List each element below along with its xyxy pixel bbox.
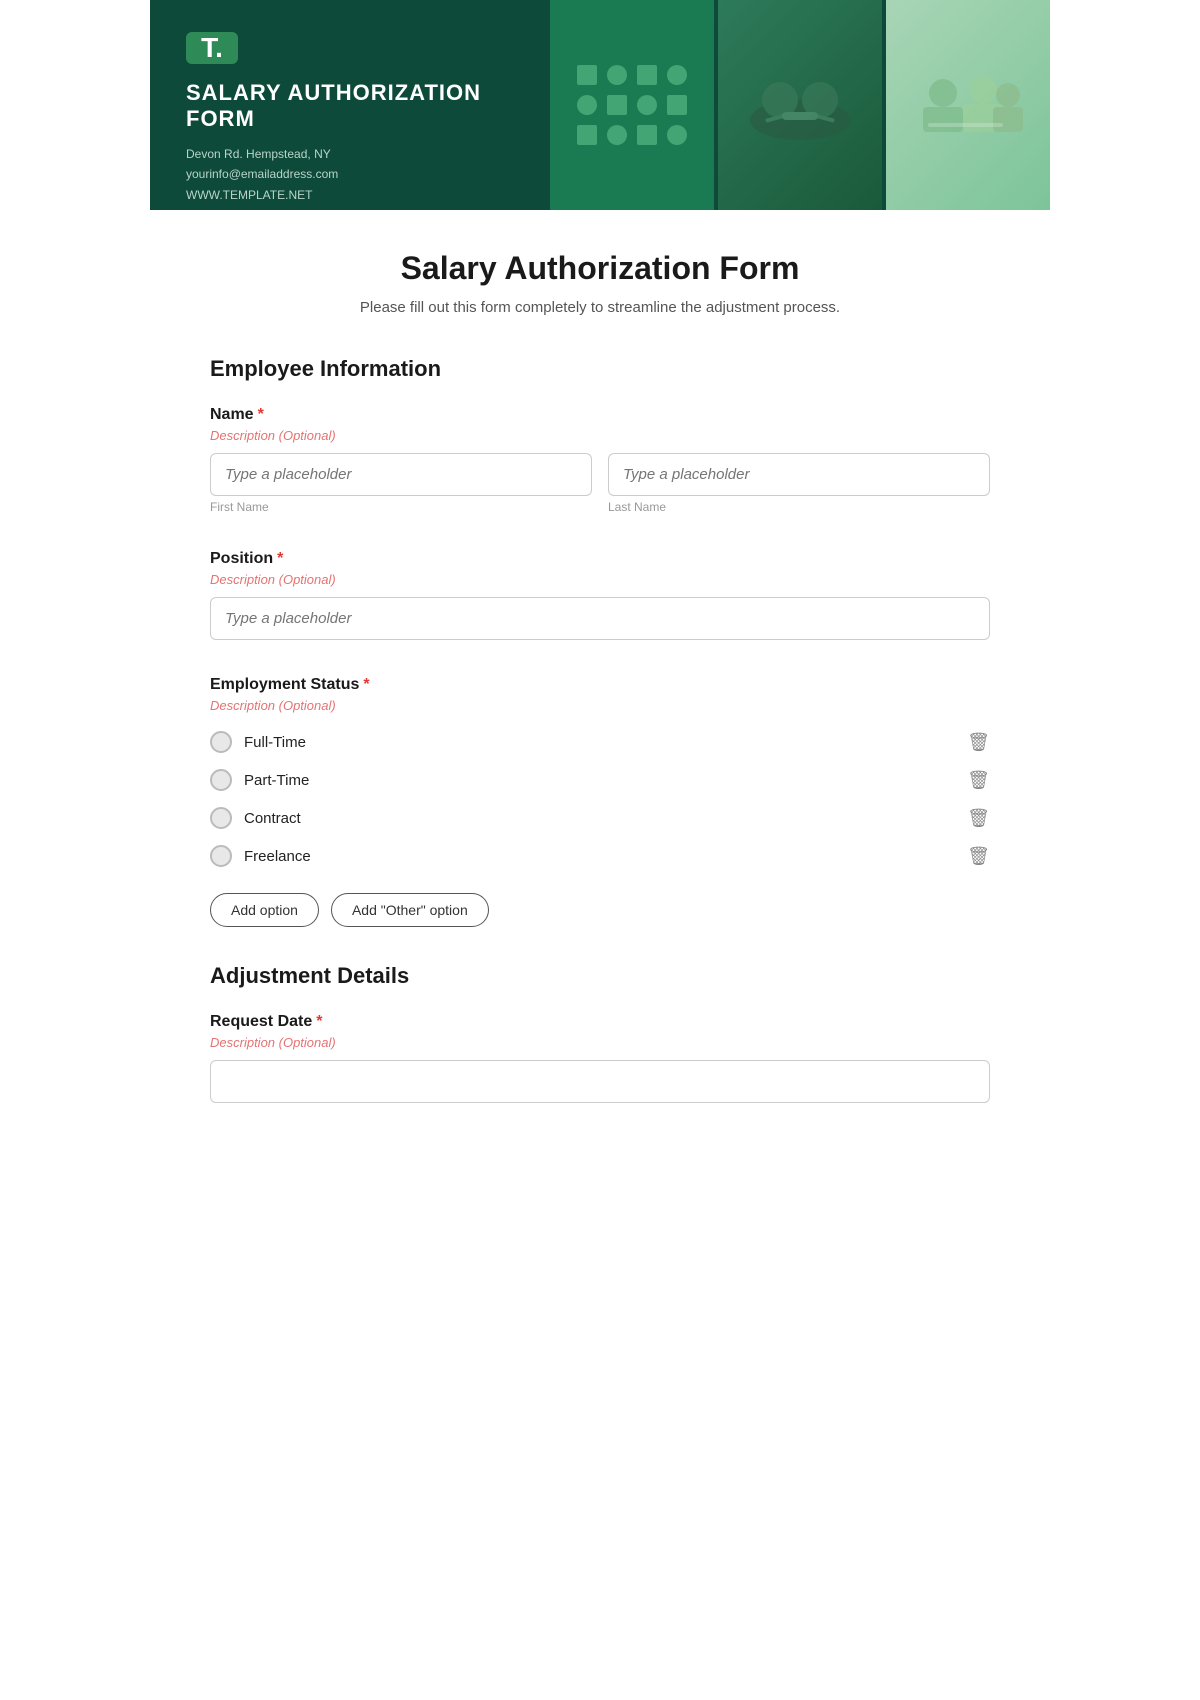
header-images xyxy=(550,0,1050,210)
add-other-option-button[interactable]: Add "Other" option xyxy=(331,893,489,927)
request-date-label: Request Date* xyxy=(210,1013,990,1031)
employment-status-description: Description (Optional) xyxy=(210,698,990,713)
employee-info-section-title: Employee Information xyxy=(210,356,990,382)
name-description: Description (Optional) xyxy=(210,428,990,443)
name-required-star: * xyxy=(258,406,264,423)
radio-option-freelance: Freelance 🗑 xyxy=(210,837,990,875)
radio-option-fulltime: Full-Time 🗑 xyxy=(210,723,990,761)
form-subtitle: Please fill out this form completely to … xyxy=(210,299,990,316)
delete-parttime-icon[interactable]: 🗑 xyxy=(967,770,990,791)
request-date-required-star: * xyxy=(316,1013,322,1030)
request-date-field-group: Request Date* Description (Optional) xyxy=(210,1013,990,1103)
delete-contract-icon[interactable]: 🗑 xyxy=(967,808,990,829)
main-content: Salary Authorization Form Please fill ou… xyxy=(150,210,1050,1199)
position-field-group: Position* Description (Optional) xyxy=(210,550,990,640)
first-name-sublabel: First Name xyxy=(210,500,592,514)
adjustment-details-section-title: Adjustment Details xyxy=(210,963,990,989)
radio-label-fulltime: Full-Time xyxy=(244,734,306,751)
header-email: yourinfo@emailaddress.com xyxy=(186,167,338,181)
header-address: Devon Rd. Hempstead, NY xyxy=(186,147,331,161)
position-required-star: * xyxy=(277,550,283,567)
employment-status-required-star: * xyxy=(363,676,369,693)
radio-circle-fulltime[interactable] xyxy=(210,731,232,753)
adjustment-details-section: Adjustment Details Request Date* Descrip… xyxy=(210,963,990,1103)
last-name-sublabel: Last Name xyxy=(608,500,990,514)
header-website: WWW.TEMPLATE.NET xyxy=(186,188,312,202)
radio-option-contract: Contract 🗑 xyxy=(210,799,990,837)
employment-status-field-group: Employment Status* Description (Optional… xyxy=(210,676,990,927)
radio-circle-parttime[interactable] xyxy=(210,769,232,791)
header-photo2 xyxy=(886,0,1050,210)
radio-circle-contract[interactable] xyxy=(210,807,232,829)
name-field-row: First Name Last Name xyxy=(210,453,990,514)
radio-label-parttime: Part-Time xyxy=(244,772,309,789)
employee-info-section: Employee Information Name* Description (… xyxy=(210,356,990,927)
radio-label-contract: Contract xyxy=(244,810,301,827)
header-pattern-block xyxy=(550,0,714,210)
name-field-group: Name* Description (Optional) First Name … xyxy=(210,406,990,514)
employment-status-label: Employment Status* xyxy=(210,676,990,694)
first-name-wrap: First Name xyxy=(210,453,592,514)
header-photo1 xyxy=(718,0,882,210)
delete-fulltime-icon[interactable]: 🗑 xyxy=(967,732,990,753)
radio-label-freelance: Freelance xyxy=(244,848,311,865)
header-left: T. SALARY AUTHORIZATION FORM Devon Rd. H… xyxy=(150,0,550,210)
radio-option-parttime: Part-Time 🗑 xyxy=(210,761,990,799)
add-option-button[interactable]: Add option xyxy=(210,893,319,927)
form-title: Salary Authorization Form xyxy=(210,250,990,287)
logo-box: T. xyxy=(186,32,238,64)
position-label: Position* xyxy=(210,550,990,568)
delete-freelance-icon[interactable]: 🗑 xyxy=(967,846,990,867)
header-contact: Devon Rd. Hempstead, NY yourinfo@emailad… xyxy=(186,144,514,210)
logo-letter: T. xyxy=(201,32,223,64)
request-date-description: Description (Optional) xyxy=(210,1035,990,1050)
last-name-wrap: Last Name xyxy=(608,453,990,514)
first-name-input[interactable] xyxy=(210,453,592,496)
page-header: T. SALARY AUTHORIZATION FORM Devon Rd. H… xyxy=(150,0,1050,210)
position-description: Description (Optional) xyxy=(210,572,990,587)
add-option-button-row: Add option Add "Other" option xyxy=(210,893,990,927)
header-form-title: SALARY AUTHORIZATION FORM xyxy=(186,80,514,132)
name-label: Name* xyxy=(210,406,990,424)
request-date-input[interactable] xyxy=(210,1060,990,1103)
position-input[interactable] xyxy=(210,597,990,640)
radio-options-list: Full-Time 🗑 Part-Time 🗑 Contract xyxy=(210,723,990,875)
last-name-input[interactable] xyxy=(608,453,990,496)
radio-circle-freelance[interactable] xyxy=(210,845,232,867)
header-phone: 222 555 7777 xyxy=(186,208,259,210)
